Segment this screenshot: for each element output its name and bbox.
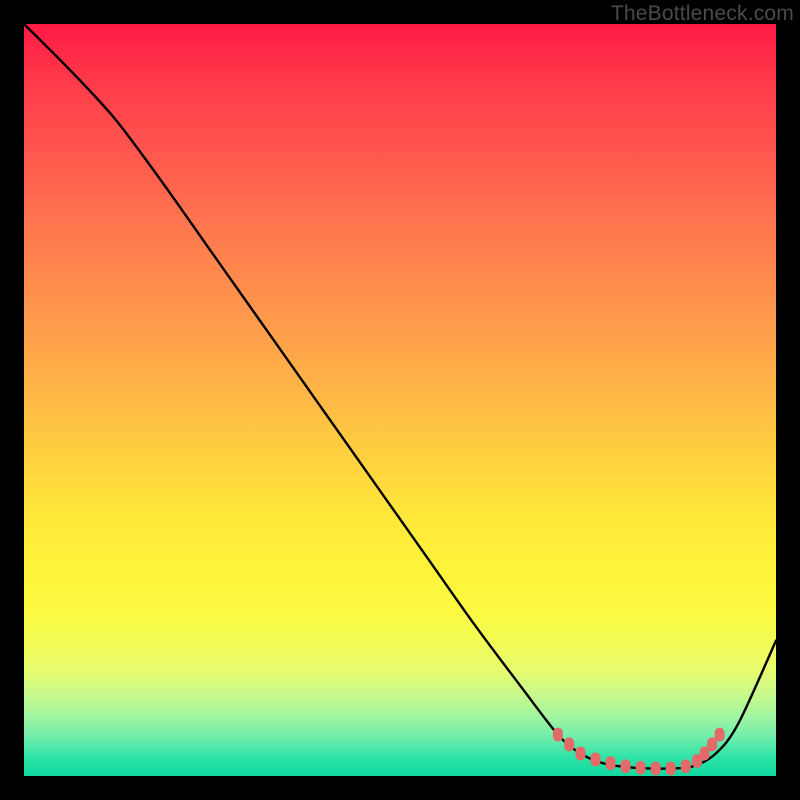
marker-dot	[681, 759, 691, 773]
chart-frame	[24, 24, 776, 776]
marker-dot	[553, 728, 563, 742]
marker-dot	[715, 728, 725, 742]
chart-svg	[24, 24, 776, 776]
marker-dot	[666, 761, 676, 775]
bottleneck-curve	[24, 24, 776, 769]
marker-dot	[575, 746, 585, 760]
marker-dot	[564, 737, 574, 751]
watermark-text: TheBottleneck.com	[611, 2, 794, 26]
bottleneck-band-markers	[553, 728, 725, 776]
marker-dot	[636, 761, 646, 775]
marker-dot	[621, 759, 631, 773]
marker-dot	[606, 756, 616, 770]
marker-dot	[591, 752, 601, 766]
marker-dot	[651, 761, 661, 775]
